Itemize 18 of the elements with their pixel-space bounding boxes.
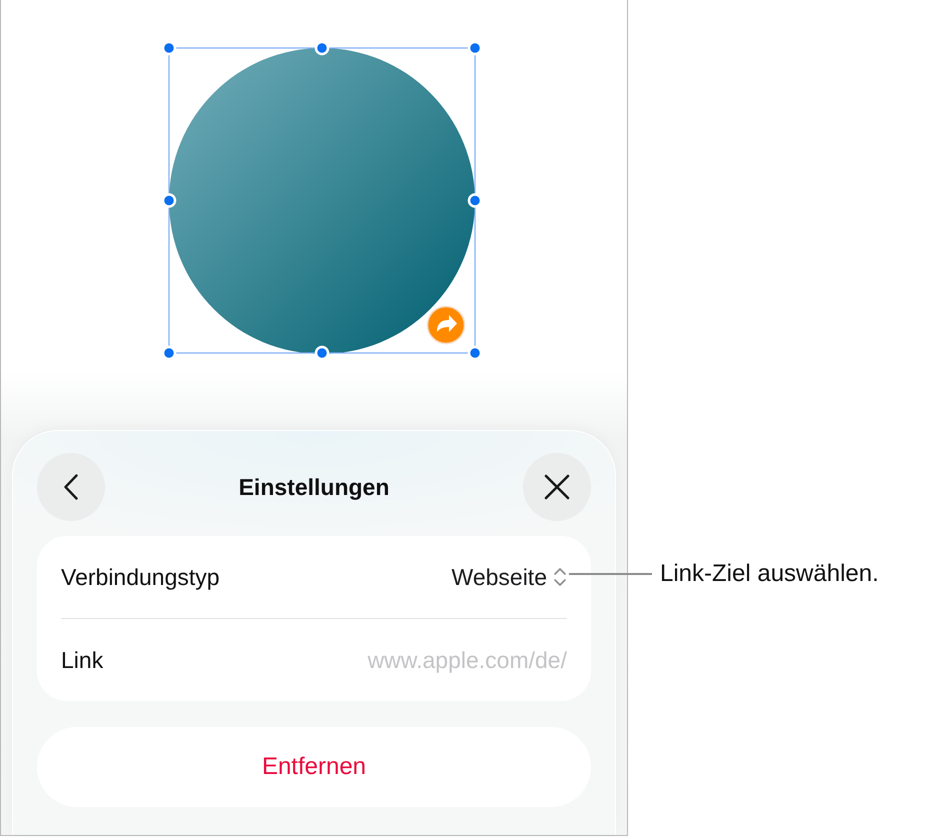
setting-label: Verbindungstyp	[61, 564, 220, 590]
resize-handle[interactable]	[162, 40, 176, 56]
callout-label: Link-Ziel auswählen.	[660, 560, 879, 588]
sheet-title: Einstellungen	[238, 474, 390, 500]
resize-handle[interactable]	[162, 346, 176, 360]
back-chevron-icon	[64, 474, 78, 500]
setting-label: Link	[61, 646, 104, 674]
resize-handle[interactable]	[468, 346, 482, 360]
resize-handle[interactable]	[162, 193, 176, 208]
close-icon	[544, 474, 570, 500]
link-field[interactable]: www.apple.com/de/	[327, 646, 567, 674]
remove-button[interactable]: Entfernen	[37, 727, 591, 807]
resize-handle[interactable]	[314, 40, 330, 56]
connection-type-picker[interactable]: Webseite	[452, 564, 567, 590]
resize-handle[interactable]	[468, 193, 482, 208]
resize-handle[interactable]	[314, 346, 330, 360]
chevron-up-down-icon	[553, 566, 567, 588]
resize-handle[interactable]	[468, 40, 482, 56]
